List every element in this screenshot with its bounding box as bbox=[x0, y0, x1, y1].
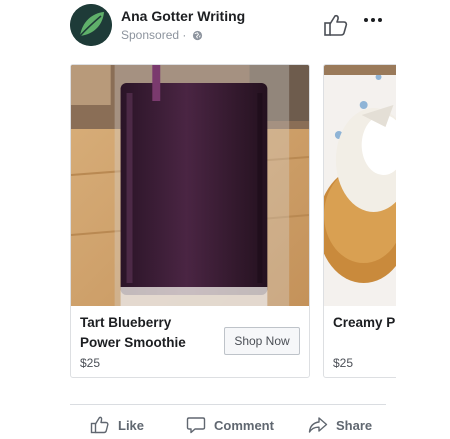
comment-label: Comment bbox=[214, 417, 274, 433]
smoothie-photo[interactable] bbox=[71, 65, 309, 306]
thumbs-up-icon bbox=[324, 14, 348, 36]
product-price: $25 bbox=[333, 356, 354, 370]
comment-button[interactable]: Comment bbox=[186, 414, 274, 436]
like-button[interactable]: Like bbox=[90, 414, 144, 436]
sponsored-label: Sponsored · bbox=[121, 28, 203, 42]
shop-now-button[interactable]: Shop Now bbox=[224, 327, 300, 355]
like-page-button[interactable] bbox=[323, 12, 349, 38]
product-carousel[interactable]: Tart Blueberry Power Smoothie $25 Shop N… bbox=[70, 64, 396, 382]
divider bbox=[70, 404, 386, 405]
more-options-button[interactable] bbox=[362, 12, 384, 22]
page-name[interactable]: Ana Gotter Writing bbox=[121, 8, 245, 24]
more-icon bbox=[364, 18, 382, 22]
share-icon bbox=[308, 417, 328, 433]
post-header: Ana Gotter Writing Sponsored · bbox=[70, 4, 390, 50]
carousel-card-smoothie[interactable]: Tart Blueberry Power Smoothie $25 Shop N… bbox=[70, 64, 310, 378]
product-title[interactable]: Tart Blueberry Power Smoothie bbox=[80, 313, 220, 353]
share-label: Share bbox=[336, 417, 373, 433]
cheesecake-photo[interactable] bbox=[324, 65, 396, 306]
carousel-card-cheesecake[interactable]: Creamy P Cheeseca $25 bbox=[323, 64, 396, 378]
product-price: $25 bbox=[80, 356, 101, 370]
page-avatar[interactable] bbox=[70, 4, 112, 46]
post-actions: Like Comment Share bbox=[70, 414, 386, 436]
like-label: Like bbox=[118, 417, 145, 433]
logo-icon bbox=[70, 4, 112, 46]
comment-icon bbox=[186, 417, 206, 434]
sponsored-text: Sponsored · bbox=[121, 28, 190, 42]
share-button[interactable]: Share bbox=[308, 414, 372, 436]
product-title[interactable]: Creamy P Cheeseca bbox=[333, 313, 396, 333]
globe-icon bbox=[192, 30, 202, 41]
thumbs-up-icon bbox=[90, 416, 109, 434]
